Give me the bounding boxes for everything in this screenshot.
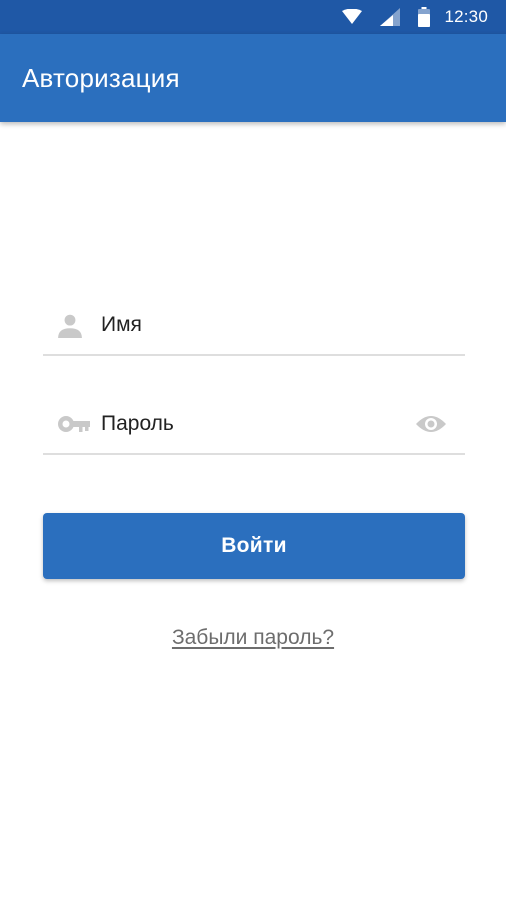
- battery-icon: [418, 7, 431, 27]
- eye-icon[interactable]: [413, 413, 449, 435]
- status-bar: 12:30: [0, 0, 506, 34]
- app-bar: Авторизация: [0, 34, 506, 122]
- password-input[interactable]: [101, 404, 413, 444]
- key-icon: [57, 414, 97, 434]
- name-field: [43, 296, 465, 356]
- status-time: 12:30: [444, 7, 488, 26]
- password-field: [43, 395, 465, 455]
- login-button[interactable]: Войти: [43, 513, 465, 579]
- wifi-icon: [342, 9, 363, 25]
- forgot-password-link[interactable]: Забыли пароль?: [0, 626, 506, 650]
- page-title: Авторизация: [22, 62, 180, 93]
- name-input[interactable]: [101, 305, 465, 345]
- signal-icon: [380, 8, 401, 26]
- person-icon: [57, 312, 97, 338]
